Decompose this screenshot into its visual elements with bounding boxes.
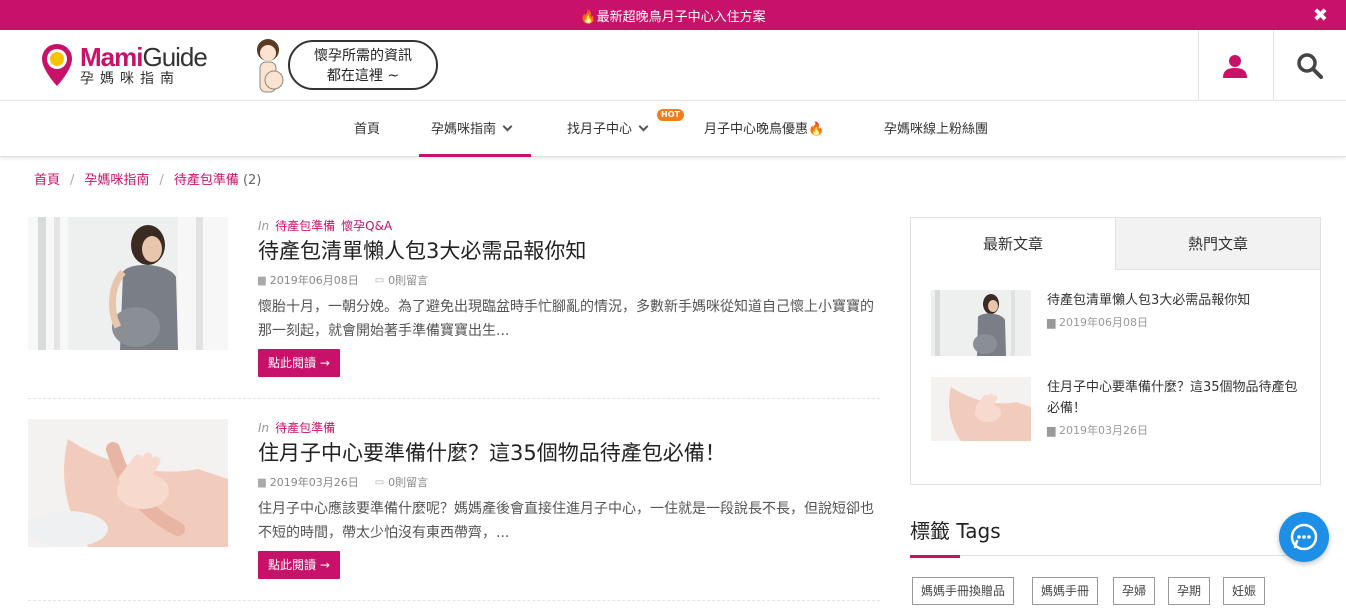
tag-link[interactable]: 孕婦 xyxy=(1113,577,1156,605)
breadcrumb: 首頁 / 孕媽咪指南 / 待產包準備 (2) xyxy=(34,173,262,188)
article-title[interactable]: 待產包清單懶人包3大必需品報你知 xyxy=(258,237,880,265)
speech-bubble: 懷孕所需的資訊 都在這裡 ~ xyxy=(288,40,438,90)
article-title[interactable]: 住月子中心要準備什麼？這35個物品待產包必備！ xyxy=(258,439,880,467)
breadcrumb-count: (2) xyxy=(242,173,262,188)
tags-heading: 標籤 Tags xyxy=(910,519,1001,543)
nav-item-guide[interactable]: 孕媽咪指南 xyxy=(419,101,531,157)
article-categories: In 待產包準備 懷孕Q&A xyxy=(258,217,880,235)
search-icon xyxy=(1297,52,1323,79)
in-label: In xyxy=(258,421,270,435)
breadcrumb-current[interactable]: 待產包準備 xyxy=(174,173,239,188)
nav-item-home[interactable]: 首頁 xyxy=(354,101,380,157)
bubble-line-2: 都在這裡 ~ xyxy=(326,68,400,84)
in-label: In xyxy=(258,219,270,233)
article-thumbnail[interactable] xyxy=(28,217,228,350)
article-divider xyxy=(28,600,880,601)
category-link[interactable]: 懷孕Q&A xyxy=(341,219,392,233)
site-logo[interactable]: MamiGuide 孕媽咪指南 xyxy=(40,42,208,88)
sidebar-post: 住月子中心要準備什麼？這35個物品待產包必備！ ▆ 2019年03月26日 xyxy=(931,377,1301,445)
nav-label: 孕媽咪線上粉絲團 xyxy=(884,122,989,137)
sidebar-post-date: 2019年03月26日 xyxy=(1058,424,1148,437)
tag-link[interactable]: 妊娠 xyxy=(1223,577,1266,605)
nav-item-fan-page[interactable]: 孕媽咪線上粉絲團 xyxy=(884,101,988,157)
hot-badge: HOT xyxy=(657,109,684,121)
logo-wordmark-rest: Guide xyxy=(142,42,207,72)
article-thumbnail[interactable] xyxy=(28,419,228,552)
flame-icon: 🔥 xyxy=(808,122,825,137)
logo-subtitle: 孕媽咪指南 xyxy=(80,71,180,87)
breadcrumb-home[interactable]: 首頁 xyxy=(34,173,60,188)
map-pin-icon xyxy=(40,42,74,88)
read-more-button[interactable]: 點此閱讀 → xyxy=(258,349,340,377)
article-meta: ▆ 2019年03月26日 ▭ 0則留言 xyxy=(258,475,880,491)
comment-icon: ▭ xyxy=(374,477,385,488)
article-date: 2019年06月08日 xyxy=(269,274,359,287)
article-meta: ▆ 2019年06月08日 ▭ 0則留言 xyxy=(258,273,880,289)
category-link[interactable]: 待產包準備 xyxy=(275,219,335,233)
promo-banner[interactable]: 🔥最新超晚鳥月子中心入住方案 ✖ xyxy=(0,0,1346,30)
user-button[interactable] xyxy=(1198,30,1271,101)
tag-link[interactable]: 孕期 xyxy=(1168,577,1211,605)
posts-widget: 最新文章 熱門文章 待產包清單懶人包3大必需品報你知 ▆ 2019年06月08日 xyxy=(910,217,1321,485)
nav-label: 首頁 xyxy=(354,122,381,137)
nav-label: 月子中心晚鳥優惠 xyxy=(704,122,809,137)
nav-label: 孕媽咪指南 xyxy=(431,122,497,137)
article-excerpt: 懷胎十月，一朝分娩。為了避免出現臨盆時手忙腳亂的情況，多數新手媽咪從知道自己懷上… xyxy=(258,299,874,339)
sidebar-post-date: 2019年06月08日 xyxy=(1058,316,1148,329)
chevron-down-icon xyxy=(502,121,513,132)
article-comments[interactable]: 0則留言 xyxy=(388,475,428,491)
article-categories: In 待產包準備 xyxy=(258,419,880,437)
article-excerpt: 住月子中心應該要準備什麼呢？媽媽產後會直接住進月子中心，一住就是一段說長不長，但… xyxy=(258,501,874,541)
article-comments[interactable]: 0則留言 xyxy=(388,273,428,289)
article-card: In 待產包準備 懷孕Q&A 待產包清單懶人包3大必需品報你知 ▆ 2019年06月0… xyxy=(28,217,880,387)
promo-text[interactable]: 🔥最新超晚鳥月子中心入住方案 xyxy=(580,6,765,25)
nav-label: 找月子中心 xyxy=(567,122,633,137)
tab-latest[interactable]: 最新文章 xyxy=(911,218,1115,270)
chat-icon xyxy=(1290,523,1318,551)
tag-link[interactable]: 媽媽手冊換贈品 xyxy=(912,577,1015,605)
breadcrumb-section[interactable]: 孕媽咪指南 xyxy=(84,173,149,188)
category-link[interactable]: 待產包準備 xyxy=(275,421,335,435)
close-icon[interactable]: ✖ xyxy=(1313,5,1328,26)
sidebar-post-date-row: ▆ 2019年06月08日 xyxy=(1047,314,1303,330)
sidebar-post-title[interactable]: 住月子中心要準備什麼？這35個物品待產包必備！ xyxy=(1047,377,1303,419)
article-divider xyxy=(28,398,880,399)
main-nav: 首頁 孕媽咪指南 找月子中心 HOT 月子中心晚鳥優惠🔥 孕媽咪線上粉絲團 xyxy=(0,101,1346,157)
calendar-icon: ▆ xyxy=(1047,316,1059,329)
logo-wordmark: MamiGuide xyxy=(80,42,208,72)
calendar-icon: ▆ xyxy=(258,275,266,286)
search-button[interactable] xyxy=(1273,30,1346,101)
article-date: 2019年03月26日 xyxy=(269,476,359,489)
sidebar-post-date-row: ▆ 2019年03月26日 xyxy=(1047,422,1303,438)
article-card: In 待產包準備 住月子中心要準備什麼？這35個物品待產包必備！ ▆ 2019年03… xyxy=(28,419,880,589)
chat-button[interactable] xyxy=(1279,512,1329,562)
chevron-down-icon xyxy=(638,121,649,132)
tab-popular[interactable]: 熱門文章 xyxy=(1115,218,1320,270)
bubble-line-1: 懷孕所需的資訊 xyxy=(314,48,412,64)
calendar-icon: ▆ xyxy=(1047,424,1059,437)
mascot-illustration xyxy=(250,36,290,98)
user-icon xyxy=(1223,54,1247,78)
calendar-icon: ▆ xyxy=(258,477,266,488)
sidebar-post-title[interactable]: 待產包清單懶人包3大必需品報你知 xyxy=(1047,290,1303,311)
tags-divider xyxy=(910,555,1321,558)
logo-wordmark-bold: Mami xyxy=(80,42,143,72)
nav-item-early-bird[interactable]: 月子中心晚鳥優惠🔥 xyxy=(704,101,824,157)
sidebar-post-thumbnail[interactable] xyxy=(931,290,1031,356)
sidebar-post-thumbnail[interactable] xyxy=(931,377,1031,443)
tag-link[interactable]: 媽媽手冊 xyxy=(1032,577,1099,605)
read-more-button[interactable]: 點此閱讀 → xyxy=(258,551,340,579)
comment-icon: ▭ xyxy=(374,275,385,286)
nav-item-find-center[interactable]: 找月子中心 HOT xyxy=(567,101,684,157)
sidebar-post: 待產包清單懶人包3大必需品報你知 ▆ 2019年06月08日 xyxy=(931,290,1301,358)
site-header: MamiGuide 孕媽咪指南 懷孕所需的資訊 都在這裡 ~ xyxy=(0,30,1346,101)
